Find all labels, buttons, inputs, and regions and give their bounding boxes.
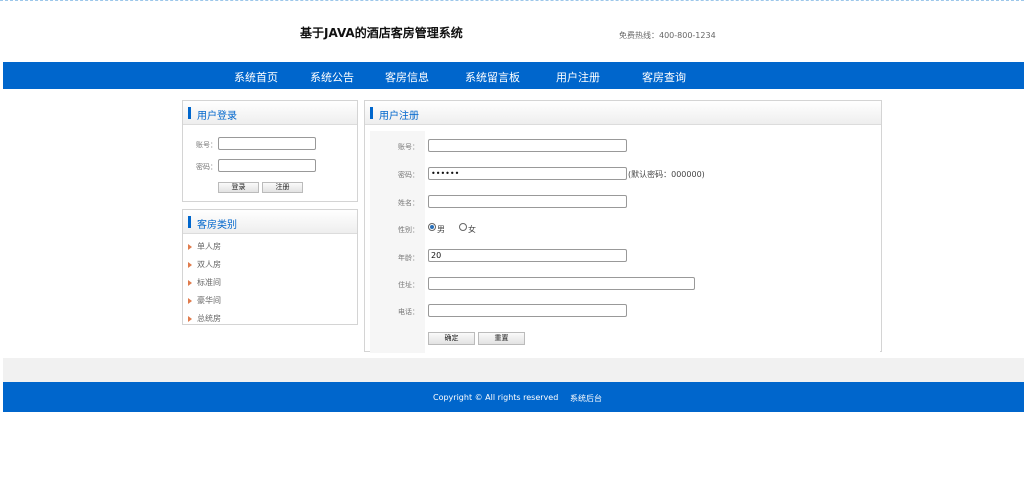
site-footer: Copyright © All rights reserved 系统后台 [3,382,1024,412]
register-address-label: 住址： [398,281,419,289]
register-age-input[interactable] [428,249,627,262]
login-register-button[interactable]: 注册 [262,182,303,193]
gender-male-radio[interactable] [428,223,436,231]
register-form-fields [425,131,880,353]
register-panel: 用户注册 账号： 密码： (默认密码：000000) 姓名： 性别： 男 女 年… [364,100,882,353]
header-accent-bar [188,107,191,119]
category-item-presidential[interactable]: 总统房 [188,313,221,324]
default-password-hint: (默认密码：000000) [628,170,705,179]
nav-item-register[interactable]: 用户注册 [556,69,600,85]
category-panel-header: 客房类别 [183,210,357,234]
site-header: 基于JAVA的酒店客房管理系统 免费热线：400-800-1234 [0,2,1024,62]
register-password-label: 密码： [398,171,419,179]
category-panel-title: 客房类别 [197,220,237,231]
category-item-deluxe[interactable]: 豪华间 [188,295,221,306]
room-category-panel: 客房类别 单人房 双人房 标准间 豪华间 总统房 [182,209,358,325]
register-panel-title: 用户注册 [379,111,419,122]
nav-item-rooms[interactable]: 客房信息 [385,69,429,85]
register-phone-label: 电话： [398,308,419,316]
gender-male-label: 男 [437,225,445,234]
register-password-input[interactable] [428,167,627,180]
login-password-label: 密码： [196,163,217,171]
main-nav: 系统首页 系统公告 客房信息 系统留言板 用户注册 客房查询 [3,62,1024,89]
login-panel-title: 用户登录 [197,111,237,122]
register-name-label: 姓名： [398,199,419,207]
arrow-right-icon [188,297,192,304]
footer-spacer [3,358,1024,382]
header-accent-bar [370,107,373,119]
login-account-input[interactable] [218,137,316,150]
register-address-input[interactable] [428,277,695,290]
arrow-right-icon [188,261,192,268]
site-title: 基于JAVA的酒店客房管理系统 [300,26,463,40]
arrow-right-icon [188,315,192,322]
nav-item-announcements[interactable]: 系统公告 [310,69,354,85]
category-item-double[interactable]: 双人房 [188,259,221,270]
register-name-input[interactable] [428,195,627,208]
header-accent-bar [188,216,191,228]
register-age-label: 年龄： [398,254,419,262]
login-password-input[interactable] [218,159,316,172]
nav-item-room-search[interactable]: 客房查询 [642,69,686,85]
nav-item-message-board[interactable]: 系统留言板 [465,69,520,85]
gender-female-label: 女 [468,225,476,234]
top-dashed-line [0,0,1024,1]
nav-item-home[interactable]: 系统首页 [234,69,278,85]
register-reset-button[interactable]: 重置 [478,332,525,345]
hotline-text: 免费热线：400-800-1234 [619,31,716,40]
category-item-standard[interactable]: 标准间 [188,277,221,288]
register-form: 账号： 密码： (默认密码：000000) 姓名： 性别： 男 女 年龄： 住址… [370,131,880,353]
register-confirm-button[interactable]: 确定 [428,332,475,345]
login-account-label: 账号： [196,141,217,149]
arrow-right-icon [188,279,192,286]
category-item-single[interactable]: 单人房 [188,241,221,252]
register-account-input[interactable] [428,139,627,152]
login-panel: 用户登录 账号： 密码： 登录 注册 [182,100,358,202]
admin-backend-link[interactable]: 系统后台 [570,393,602,404]
copyright-text: Copyright © All rights reserved [433,393,559,402]
login-panel-header: 用户登录 [183,101,357,125]
register-gender-label: 性别： [398,226,419,234]
arrow-right-icon [188,243,192,250]
register-phone-input[interactable] [428,304,627,317]
gender-female-radio[interactable] [459,223,467,231]
login-button[interactable]: 登录 [218,182,259,193]
register-account-label: 账号： [398,143,419,151]
register-panel-header: 用户注册 [365,101,881,125]
